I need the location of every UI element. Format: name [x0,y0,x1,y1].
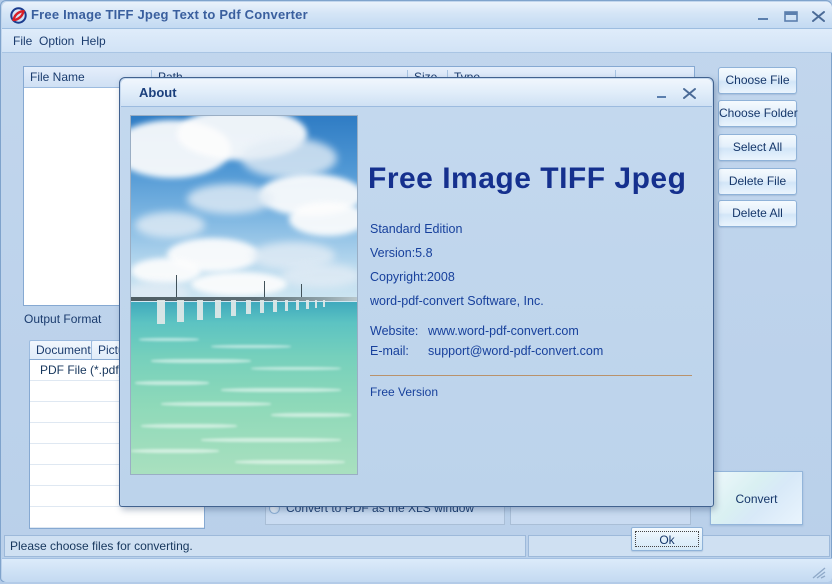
ok-button-label: Ok [635,531,699,547]
window-title: Free Image TIFF Jpeg Text to Pdf Convert… [31,7,308,22]
menu-item-option[interactable]: Option [34,33,79,49]
about-dialog-title: About [139,85,177,100]
about-close-icon[interactable] [680,86,700,101]
status-bar: Please choose files for converting. [4,535,830,557]
about-dialog: About Free Image TIFF Jpeg Standard Edit… [119,77,714,551]
status-message: Please choose files for converting. [4,535,526,557]
ok-button[interactable]: Ok [631,527,703,551]
delete-all-button[interactable]: Delete All [718,200,797,227]
copyright-line: Copyright:2008 [370,270,455,284]
window-footer [2,558,832,582]
delete-file-button[interactable]: Delete File [718,168,797,195]
application-window: Free Image TIFF Jpeg Text to Pdf Convert… [0,0,832,582]
menu-bar: File Option Help [2,29,832,53]
about-dialog-title-bar: About [121,79,712,107]
resize-grip-icon[interactable] [812,566,826,579]
menu-item-file[interactable]: File [8,33,37,49]
divider [370,375,692,376]
choose-folder-button[interactable]: Choose Folder [718,100,798,127]
window-title-bar: Free Image TIFF Jpeg Text to Pdf Convert… [2,2,832,29]
menu-item-help[interactable]: Help [76,33,111,49]
about-minimize-icon[interactable] [652,86,672,101]
tab-document[interactable]: Document [29,340,98,359]
edition-note: Free Version [370,385,439,399]
website-value[interactable]: www.word-pdf-convert.com [428,324,579,338]
edition-line: Standard Edition [370,222,463,236]
email-label: E-mail: [370,344,409,358]
list-item[interactable] [30,507,204,528]
about-photo [130,115,358,475]
convert-button[interactable]: Convert [710,471,803,525]
product-name: Free Image TIFF Jpeg [368,162,687,195]
app-logo-icon [10,7,27,24]
minimize-icon[interactable] [752,8,774,24]
choose-file-button[interactable]: Choose File [718,67,797,94]
company-line: word-pdf-convert Software, Inc. [370,294,544,308]
output-format-label: Output Format [24,312,102,326]
maximize-icon[interactable] [780,8,802,24]
website-label: Website: [370,324,419,338]
close-icon[interactable] [808,8,830,24]
email-value[interactable]: support@word-pdf-convert.com [428,344,603,358]
select-all-button[interactable]: Select All [718,134,797,161]
about-dialog-body: Free Image TIFF Jpeg Standard Edition Ve… [121,107,712,551]
version-line: Version:5.8 [370,246,433,260]
